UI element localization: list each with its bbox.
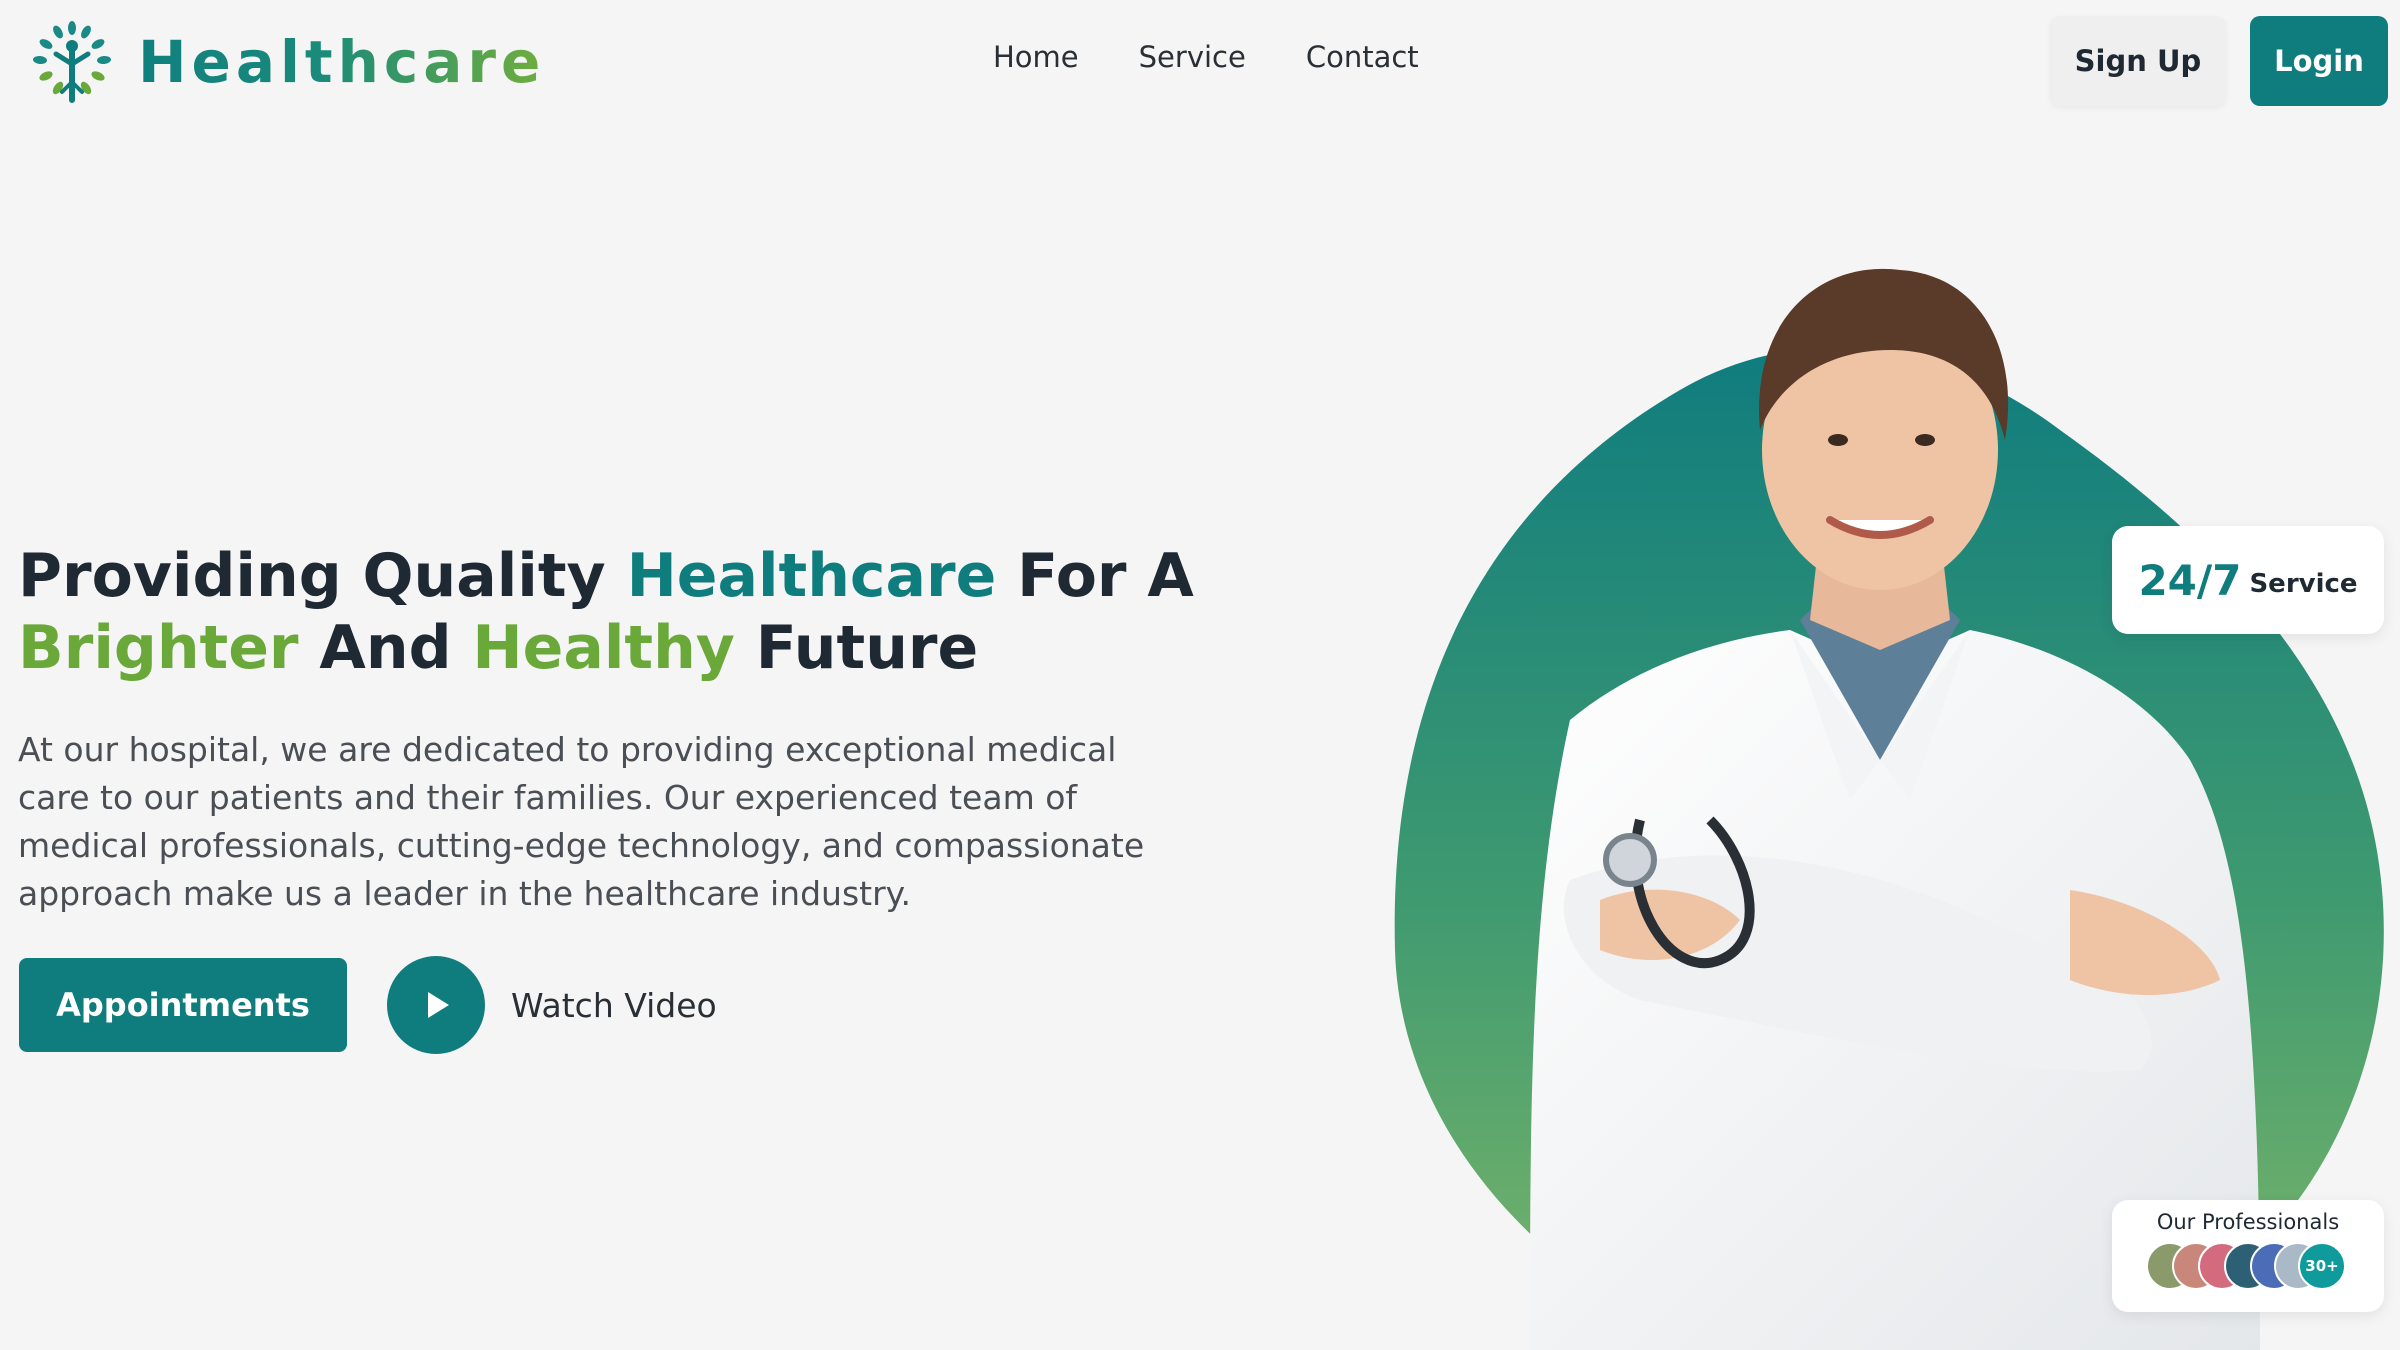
nav-link-contact[interactable]: Contact xyxy=(1306,40,1419,74)
appointments-button[interactable]: Appointments xyxy=(19,958,347,1052)
top-navbar: Healthcare Home Service Contact Sign Up … xyxy=(0,0,2400,122)
watch-video-label: Watch Video xyxy=(511,985,717,1025)
brand-logo[interactable]: Healthcare xyxy=(28,20,545,104)
hero-description: At our hospital, we are dedicated to pro… xyxy=(18,730,1145,913)
headline-highlight-brighter: Brighter xyxy=(18,613,299,683)
play-button[interactable] xyxy=(387,956,485,1054)
headline-highlight-healthy: Healthy xyxy=(472,613,735,683)
brand-name: Healthcare xyxy=(138,28,546,96)
login-button[interactable]: Login xyxy=(2250,16,2388,106)
tree-of-life-icon xyxy=(33,21,111,103)
headline-part: Future xyxy=(734,613,979,683)
watch-video-button[interactable]: Watch Video xyxy=(387,956,717,1054)
nav-link-home[interactable]: Home xyxy=(993,40,1079,74)
service-24-7-card: 24/7 Service xyxy=(2112,526,2384,634)
headline-part: For A xyxy=(996,541,1194,611)
signup-button[interactable]: Sign Up xyxy=(2050,16,2226,106)
professionals-title: Our Professionals xyxy=(2156,1210,2340,1234)
service-label: Service xyxy=(2249,569,2358,599)
professionals-count: 30+ xyxy=(2298,1242,2346,1290)
professionals-card: Our Professionals 30+ xyxy=(2112,1200,2384,1312)
hero-headline: Providing Quality Healthcare For A Brigh… xyxy=(18,540,1218,684)
nav-link-service[interactable]: Service xyxy=(1139,40,1246,74)
headline-highlight-healthcare: Healthcare xyxy=(626,541,997,611)
doctor-illustration xyxy=(1394,268,2384,1350)
main-menu: Home Service Contact xyxy=(993,40,1419,74)
headline-part: Providing Quality xyxy=(18,541,627,611)
headline-part: And xyxy=(298,613,473,683)
play-icon xyxy=(428,992,449,1018)
service-hours: 24/7 xyxy=(2138,555,2242,605)
